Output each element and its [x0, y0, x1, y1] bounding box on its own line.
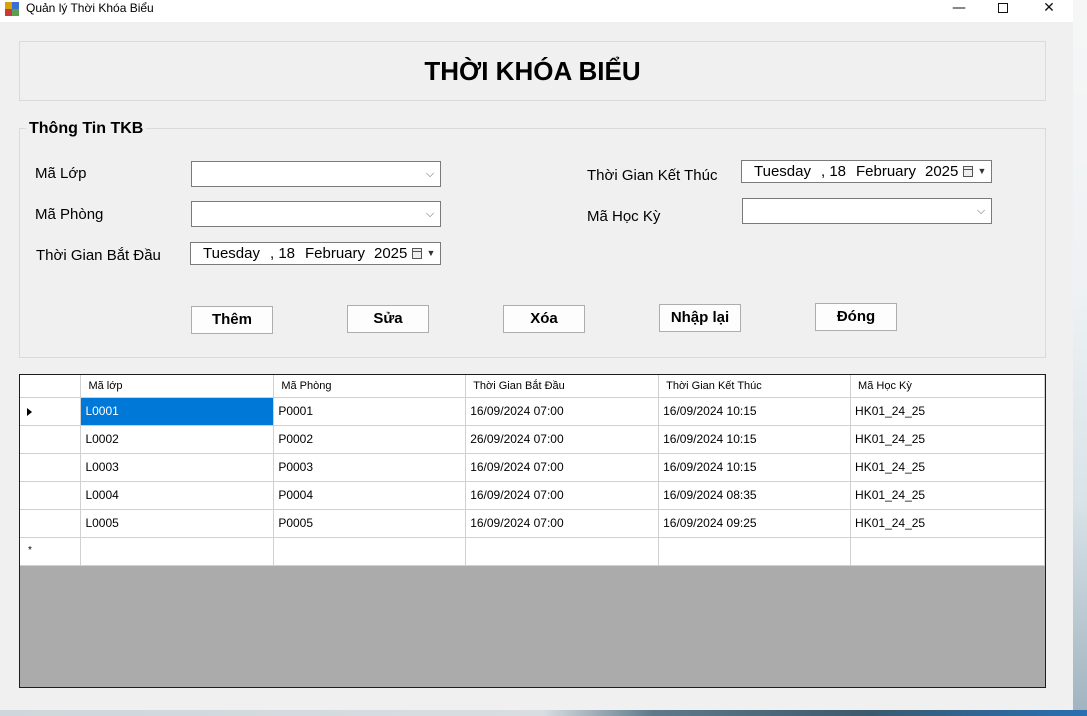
grid-table: Mã lớp Mã Phòng Thời Gian Bắt Đầu Thời G…: [20, 375, 1045, 566]
table-cell[interactable]: [850, 537, 1045, 566]
table-cell[interactable]: L0001: [80, 397, 275, 426]
new-row-icon: *: [28, 544, 32, 556]
chevron-down-icon: ⌵: [425, 207, 435, 220]
calendar-icon: [412, 248, 422, 259]
nhap-lai-button[interactable]: Nhập lại: [659, 304, 741, 332]
table-cell[interactable]: P0001: [273, 397, 467, 426]
table-row[interactable]: L0005 P0005 16/09/2024 07:00 16/09/2024 …: [20, 509, 1045, 538]
tg-bat-dau-label: Thời Gian Bắt Đầu: [36, 247, 161, 264]
table-cell[interactable]: [465, 537, 660, 566]
column-header[interactable]: Thời Gian Kết Thúc: [658, 375, 852, 398]
ma-phong-label: Mã Phòng: [35, 206, 104, 223]
xoa-button[interactable]: Xóa: [503, 305, 585, 333]
table-cell[interactable]: 16/09/2024 08:35: [658, 481, 852, 510]
table-cell[interactable]: 16/09/2024 10:15: [658, 397, 852, 426]
desktop-background: [1073, 0, 1087, 716]
maximize-button[interactable]: [981, 0, 1025, 16]
table-cell[interactable]: P0002: [273, 425, 467, 454]
row-header[interactable]: [20, 425, 82, 454]
schedule-datagrid[interactable]: Mã lớp Mã Phòng Thời Gian Bắt Đầu Thời G…: [19, 374, 1046, 688]
window-title: Quản lý Thời Khóa Biểu: [26, 1, 154, 15]
table-cell[interactable]: L0004: [80, 481, 275, 510]
row-header[interactable]: [20, 509, 82, 538]
column-header[interactable]: Mã Phòng: [273, 375, 467, 398]
dropdown-arrow-icon: ▼: [426, 248, 436, 258]
sua-button[interactable]: Sửa: [347, 305, 429, 333]
table-cell[interactable]: 16/09/2024 07:00: [465, 453, 660, 482]
table-cell[interactable]: 26/09/2024 07:00: [465, 425, 660, 454]
dong-button[interactable]: Đóng: [815, 303, 897, 331]
table-cell[interactable]: L0002: [80, 425, 275, 454]
table-cell[interactable]: L0003: [80, 453, 275, 482]
start-date-picker[interactable]: Tuesday , 18 February 2025 ▼: [190, 242, 441, 265]
maximize-icon: [998, 3, 1008, 13]
table-cell[interactable]: P0003: [273, 453, 467, 482]
table-cell[interactable]: [80, 537, 275, 566]
column-header[interactable]: Thời Gian Bắt Đầu: [465, 375, 660, 398]
ma-phong-combobox[interactable]: ⌵: [191, 201, 441, 227]
table-cell[interactable]: 16/09/2024 07:00: [465, 509, 660, 538]
ma-hoc-ky-combobox[interactable]: ⌵: [742, 198, 992, 224]
start-year: 2025: [374, 245, 408, 262]
them-button[interactable]: Thêm: [191, 306, 273, 334]
column-header[interactable]: Mã lớp: [80, 375, 275, 398]
start-day: , 18: [270, 245, 296, 262]
table-cell[interactable]: [273, 537, 467, 566]
chevron-down-icon: ⌵: [425, 167, 435, 180]
end-day: , 18: [821, 163, 847, 180]
app-icon: [5, 2, 19, 16]
end-month: February: [856, 163, 917, 180]
desktop-taskbar-edge: [0, 710, 1087, 716]
table-cell[interactable]: HK01_24_25: [850, 509, 1045, 538]
row-header[interactable]: [20, 453, 82, 482]
start-month: February: [305, 245, 366, 262]
page-title: THỜI KHÓA BIỂU: [424, 56, 641, 86]
current-row-icon: [27, 407, 32, 416]
ma-hoc-ky-label: Mã Học Kỳ: [587, 208, 661, 225]
new-row[interactable]: *: [20, 537, 1045, 566]
calendar-icon: [963, 166, 973, 177]
close-window-button[interactable]: ✕: [1027, 0, 1071, 16]
table-cell[interactable]: 16/09/2024 07:00: [465, 397, 660, 426]
ma-lop-label: Mã Lớp: [35, 165, 87, 182]
grid-header-row: Mã lớp Mã Phòng Thời Gian Bắt Đầu Thời G…: [20, 375, 1045, 398]
end-year: 2025: [925, 163, 959, 180]
ma-lop-combobox[interactable]: ⌵: [191, 161, 441, 187]
end-date-picker[interactable]: Tuesday , 18 February 2025 ▼: [741, 160, 992, 183]
table-cell[interactable]: HK01_24_25: [850, 397, 1045, 426]
row-header[interactable]: [20, 481, 82, 510]
table-cell[interactable]: [658, 537, 852, 566]
main-window: Quản lý Thời Khóa Biểu — ✕ THỜI KHÓA BIỂ…: [0, 0, 1073, 710]
table-row[interactable]: L0002 P0002 26/09/2024 07:00 16/09/2024 …: [20, 425, 1045, 454]
grid-corner-cell[interactable]: [20, 375, 82, 398]
table-cell[interactable]: 16/09/2024 10:15: [658, 425, 852, 454]
tg-ket-thuc-label: Thời Gian Kết Thúc: [587, 167, 718, 184]
groupbox-legend: Thông Tin TKB: [26, 120, 147, 138]
row-header[interactable]: [20, 397, 82, 426]
table-cell[interactable]: P0004: [273, 481, 467, 510]
table-cell[interactable]: HK01_24_25: [850, 425, 1045, 454]
table-cell[interactable]: HK01_24_25: [850, 481, 1045, 510]
close-icon: ✕: [1043, 0, 1055, 16]
row-header[interactable]: *: [20, 537, 82, 566]
table-cell[interactable]: 16/09/2024 09:25: [658, 509, 852, 538]
start-weekday: Tuesday: [203, 245, 260, 262]
title-bar[interactable]: Quản lý Thời Khóa Biểu — ✕: [0, 0, 1073, 22]
minimize-icon: —: [952, 0, 966, 16]
end-weekday: Tuesday: [754, 163, 811, 180]
dropdown-arrow-icon: ▼: [977, 166, 987, 176]
table-cell[interactable]: L0005: [80, 509, 275, 538]
table-cell[interactable]: 16/09/2024 07:00: [465, 481, 660, 510]
table-row[interactable]: L0001 P0001 16/09/2024 07:00 16/09/2024 …: [20, 397, 1045, 426]
column-header[interactable]: Mã Học Kỳ: [850, 375, 1045, 398]
header-panel: THỜI KHÓA BIỂU: [19, 41, 1046, 101]
table-cell[interactable]: P0005: [273, 509, 467, 538]
table-row[interactable]: L0003 P0003 16/09/2024 07:00 16/09/2024 …: [20, 453, 1045, 482]
minimize-button[interactable]: —: [937, 0, 981, 16]
chevron-down-icon: ⌵: [976, 204, 986, 217]
table-cell[interactable]: 16/09/2024 10:15: [658, 453, 852, 482]
table-cell[interactable]: HK01_24_25: [850, 453, 1045, 482]
table-row[interactable]: L0004 P0004 16/09/2024 07:00 16/09/2024 …: [20, 481, 1045, 510]
